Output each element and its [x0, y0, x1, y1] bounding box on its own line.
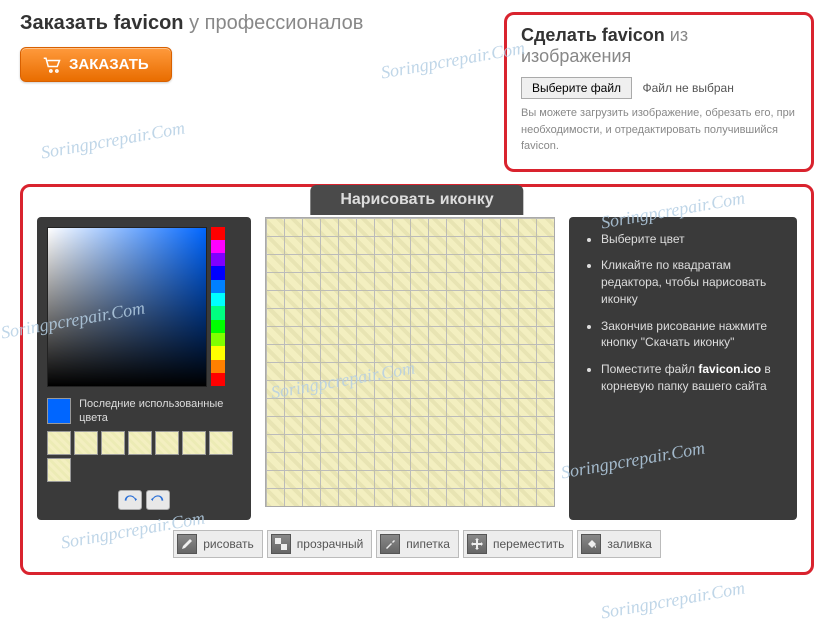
tool-move[interactable]: переместить — [463, 530, 573, 558]
make-from-image-section: Сделать favicon из изображения Выберите … — [504, 12, 814, 172]
redo-button[interactable] — [146, 490, 170, 510]
pixel-canvas[interactable] — [265, 217, 555, 507]
order-title-light: у профессионалов — [189, 12, 363, 34]
undo-button[interactable] — [118, 490, 142, 510]
color-picker[interactable] — [47, 227, 207, 387]
swatch[interactable] — [74, 431, 98, 455]
draw-section-title: Нарисовать иконку — [310, 185, 523, 215]
tool-label: пипетка — [406, 537, 450, 551]
color-panel: Последние использованные цвета — [37, 217, 251, 521]
instructions-panel: Выберите цвет Кликайте по квадратам редак… — [569, 217, 797, 521]
redo-icon — [151, 494, 165, 506]
swatch[interactable] — [182, 431, 206, 455]
toolbar: рисовать прозрачный пипетка переместить … — [37, 530, 797, 558]
current-color-swatch[interactable] — [47, 398, 71, 424]
tool-eyedrop[interactable]: пипетка — [376, 530, 459, 558]
draw-icon-section: Нарисовать иконку Последние использованн… — [20, 184, 814, 576]
order-title: Заказать favicon у профессионалов — [20, 12, 484, 35]
pencil-icon — [177, 534, 197, 554]
hue-slider[interactable] — [211, 227, 225, 387]
tool-fill[interactable]: заливка — [577, 530, 660, 558]
upload-description: Вы можете загрузить изображение, обрезат… — [521, 105, 797, 155]
tool-transparent[interactable]: прозрачный — [267, 530, 373, 558]
recent-swatches — [47, 431, 241, 482]
order-title-bold: Заказать favicon — [20, 12, 184, 34]
move-icon — [467, 534, 487, 554]
tool-label: заливка — [607, 537, 651, 551]
order-button-label: ЗАКАЗАТЬ — [69, 56, 149, 73]
transparent-icon — [271, 534, 291, 554]
instruction-item: Выберите цвет — [601, 231, 783, 248]
fill-icon — [581, 534, 601, 554]
swatch[interactable] — [155, 431, 179, 455]
swatch[interactable] — [47, 458, 71, 482]
canvas-wrap — [265, 217, 555, 521]
instruction-item: Закончив рисование нажмите кнопку "Скача… — [601, 318, 783, 352]
choose-file-button[interactable]: Выберите файл — [521, 77, 632, 99]
make-title-bold: Сделать favicon — [521, 25, 665, 45]
recent-colors-label: Последние использованные цвета — [79, 397, 241, 426]
tool-label: переместить — [493, 537, 564, 551]
undo-icon — [123, 494, 137, 506]
make-title: Сделать favicon из изображения — [521, 25, 797, 67]
tool-label: прозрачный — [297, 537, 364, 551]
cart-icon — [43, 57, 61, 73]
instruction-item: Поместите файл favicon.ico в корневую па… — [601, 361, 783, 395]
swatch[interactable] — [101, 431, 125, 455]
tool-label: рисовать — [203, 537, 254, 551]
order-section: Заказать favicon у профессионалов ЗАКАЗА… — [20, 12, 484, 82]
order-button[interactable]: ЗАКАЗАТЬ — [20, 47, 172, 82]
file-status: Файл не выбран — [643, 81, 734, 95]
swatch[interactable] — [128, 431, 152, 455]
swatch[interactable] — [209, 431, 233, 455]
instruction-item: Кликайте по квадратам редактора, чтобы н… — [601, 257, 783, 307]
swatch[interactable] — [47, 431, 71, 455]
eyedropper-icon — [380, 534, 400, 554]
tool-draw[interactable]: рисовать — [173, 530, 263, 558]
